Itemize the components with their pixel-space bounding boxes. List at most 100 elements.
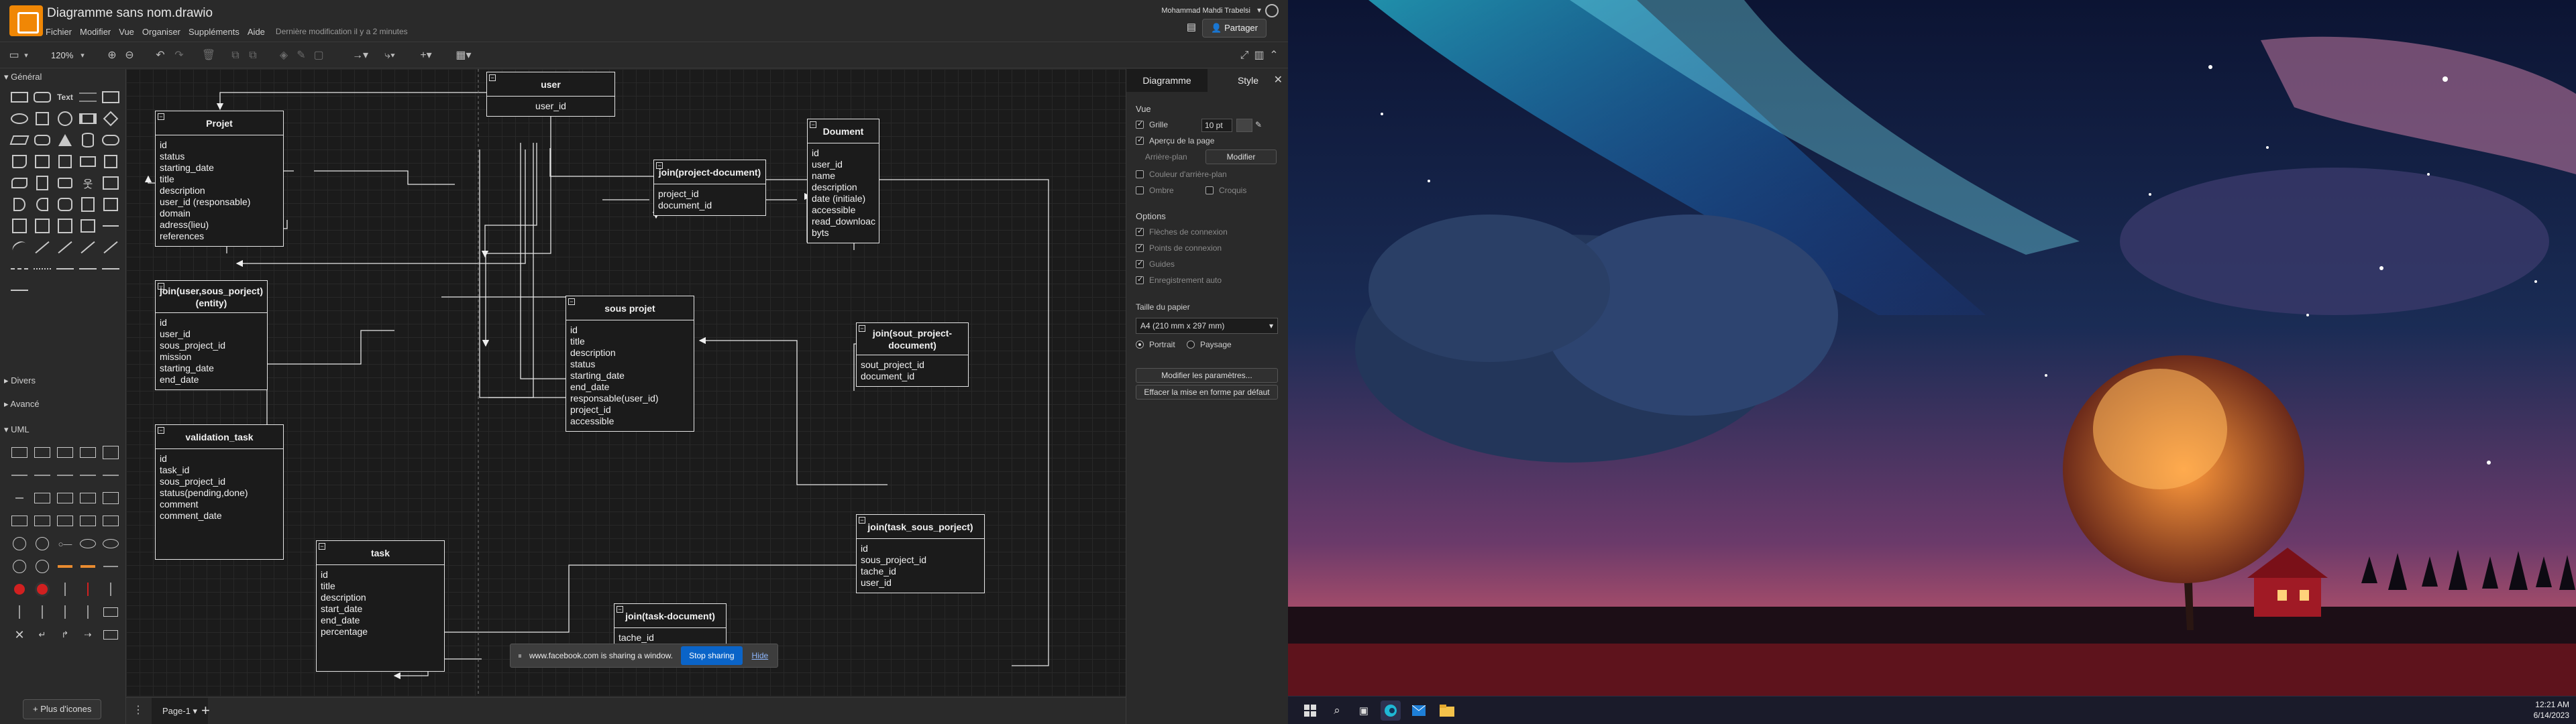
more-shapes-button[interactable]: + Plus d'icones [23,699,102,719]
uml-attribute-shape[interactable] [8,464,31,487]
table-field[interactable]: document_id [658,200,761,211]
table-field[interactable]: adress(lieu) [160,219,279,231]
card2-shape[interactable] [76,194,99,215]
uml-entity-shape[interactable] [76,532,99,555]
table-field[interactable]: starting_date [570,370,690,381]
connector3-shape[interactable] [99,258,122,280]
link-shape[interactable] [99,237,122,258]
menu-fichier[interactable]: Fichier [46,27,72,37]
cube-shape[interactable] [54,151,76,172]
uml-cross-shape[interactable]: ✕ [8,623,31,646]
table-field[interactable]: tache_id [619,632,722,644]
collapse-icon[interactable]: − [158,113,164,120]
uml-label-shape[interactable] [76,464,99,487]
close-icon[interactable]: ✕ [1274,73,1283,86]
system-clock[interactable]: 12:21 AM 6/14/2023 [2534,699,2569,721]
waypoints-icon[interactable]: ⤷▾ [380,48,400,64]
container-shape[interactable] [99,172,122,194]
document-shape[interactable] [8,151,31,172]
uml-rect-shape[interactable] [99,623,122,646]
table-field[interactable]: description [160,185,279,196]
drag-handle-icon[interactable]: ⏸ [515,651,525,661]
table-validation-task[interactable]: − validation_task id task_id sous_project… [155,424,284,560]
radio-icon[interactable] [1187,341,1195,349]
table-field[interactable]: status(pending,done) [160,487,279,499]
dotted-line-shape[interactable] [31,258,54,280]
checkbox-icon[interactable] [1136,275,1144,284]
bidirectional-arrow-shape[interactable] [31,237,54,258]
uml-note-shape[interactable] [54,509,76,532]
collapse-icon[interactable]: − [158,427,164,434]
checkbox-icon[interactable] [1136,227,1144,236]
ellipse-shape[interactable] [8,108,31,129]
table-field[interactable]: id [160,453,279,465]
collapse-icon[interactable]: − [859,517,865,524]
wide-rectangle-shape[interactable] [99,86,122,108]
step-shape[interactable] [76,151,99,172]
uml-self-call-shape[interactable]: ↱ [54,623,76,646]
table-field[interactable]: project_id [658,188,761,200]
table-join-task-document[interactable]: − join(task-document) tache_id [614,603,727,648]
uml-package-shape[interactable] [31,487,54,509]
uml-final-state-shape[interactable] [8,578,31,601]
parallelogram-shape[interactable] [8,129,31,151]
uml-activation-shape[interactable] [76,578,99,601]
comment-icon[interactable]: ▤ [1183,20,1199,35]
table-user[interactable]: − user user_id [486,72,615,117]
menu-organiser[interactable]: Organiser [142,27,180,37]
uml-module-shape[interactable] [99,487,122,509]
menu-vue[interactable]: Vue [119,27,134,37]
table-field[interactable]: title [570,336,690,347]
edit-params-button[interactable]: Modifier les paramètres... [1136,368,1278,383]
uml-call-shape[interactable] [54,601,76,623]
uml-final-node-shape[interactable] [31,578,54,601]
rounded-rectangle-shape[interactable] [31,86,54,108]
uml-database-shape[interactable] [31,555,54,578]
checkbox-icon[interactable] [1136,119,1144,129]
grid-color-swatch[interactable] [1236,119,1252,132]
sidebar-toggle-icon[interactable]: ▭ [7,48,21,64]
arrow-shape[interactable] [54,237,76,258]
table-field[interactable]: byts [812,227,875,239]
and-shape[interactable] [31,194,54,215]
paper-size-select[interactable]: A4 (210 mm x 297 mm) ▾ [1136,318,1278,334]
grid-checkbox[interactable]: Grille [1136,119,1168,129]
section-divers[interactable]: ▸ Divers [4,375,36,386]
checkbox-icon[interactable] [1136,170,1144,178]
table-shape[interactable] [31,215,54,237]
format-panel-icon[interactable]: ▥ [1252,48,1267,64]
actor-shape[interactable]: 웃 [76,172,99,194]
uml-class-shape[interactable] [8,441,31,464]
table-field[interactable]: id [861,543,980,554]
table-field[interactable]: project_id [570,404,690,416]
card-shape[interactable] [99,151,122,172]
user-name[interactable]: Mohammad Mahdi Trabelsi [1161,7,1250,15]
table-field[interactable]: id [321,569,440,581]
table-field[interactable]: sous_project_id [160,340,263,351]
table-field[interactable]: comment [160,499,279,510]
tape-shape[interactable] [8,172,31,194]
uml-destroy-shape[interactable] [99,578,122,601]
line-color-icon[interactable]: ✎ [294,48,309,64]
zoom-in-icon[interactable]: ⊕ [105,48,119,64]
uml-component-shape[interactable] [54,487,76,509]
bidirectional-connector-shape[interactable] [8,280,31,301]
collapse-icon[interactable]: − [568,298,575,305]
page-preview-checkbox[interactable]: Aperçu de la page [1136,135,1214,145]
uml-message-shape[interactable] [99,555,122,578]
checkbox-icon[interactable] [1205,186,1214,194]
table-join-sout-project-document[interactable]: − join(sout_project-document) sout_projec… [856,322,969,387]
last-modified-text[interactable]: Dernière modification il y a 2 minutes [276,27,408,37]
table-field[interactable]: sout_project_id [861,359,964,371]
uml-actor-shape[interactable] [8,532,31,555]
internal-storage-shape[interactable] [31,151,54,172]
table-field[interactable]: mission [160,351,263,363]
table-field[interactable]: sous_project_id [861,554,980,566]
uml-class3-shape[interactable] [54,441,76,464]
theme-toggle-icon[interactable] [1265,4,1279,17]
fullscreen-icon[interactable]: ⤢ [1237,48,1252,64]
uml-interface-shape[interactable] [8,487,31,509]
task-view-icon[interactable]: ▣ [1355,702,1373,719]
zoom-level[interactable]: 120% [51,50,73,60]
horizontal-line-shape[interactable] [99,215,122,237]
